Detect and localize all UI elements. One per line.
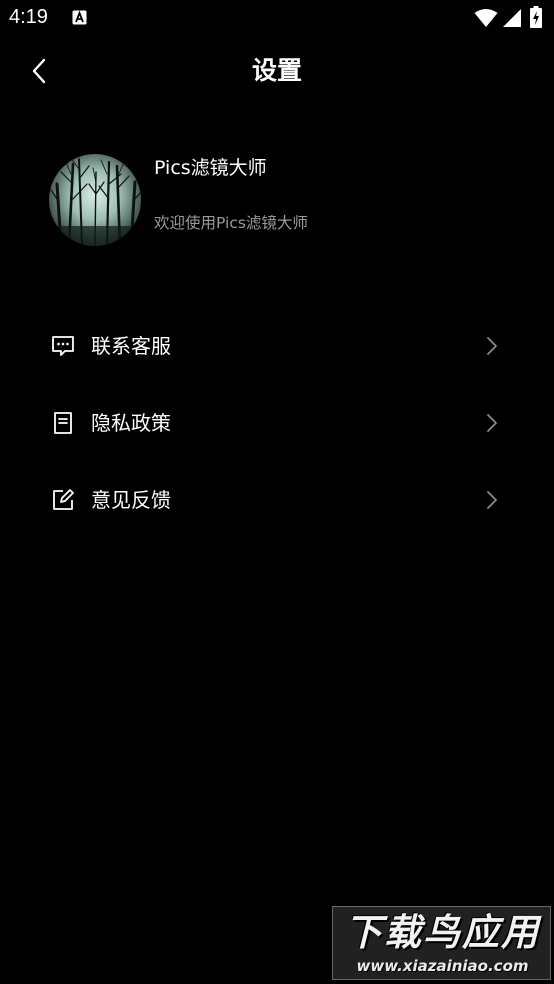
avatar[interactable]: [49, 154, 141, 246]
menu-item-label: 意见反馈: [91, 488, 171, 512]
watermark: 下载鸟应用 www.xiazainiao.com: [332, 906, 551, 980]
menu-item-feedback[interactable]: 意见反馈: [38, 468, 516, 532]
menu-item-contact-support[interactable]: 联系客服: [38, 314, 516, 378]
profile-subtitle: 欢迎使用Pics滤镜大师: [154, 214, 308, 232]
profile-name: Pics滤镜大师: [154, 157, 267, 179]
menu-item-privacy-policy[interactable]: 隐私政策: [38, 391, 516, 455]
status-bar: 4:19: [0, 0, 554, 36]
battery-charging-icon: [530, 6, 542, 28]
page-title: 设置: [251, 56, 302, 85]
watermark-url: www.xiazainiao.com: [356, 957, 529, 975]
back-button[interactable]: [22, 52, 56, 90]
watermark-title: 下载鸟应用: [345, 911, 540, 954]
signal-icon: [503, 9, 521, 27]
chevron-right-icon: [487, 491, 497, 509]
status-time: 4:19: [9, 6, 48, 28]
document-icon: [54, 412, 72, 434]
avatar-image: [49, 154, 141, 246]
chevron-right-icon: [487, 414, 497, 432]
accessibility-notification-icon: [72, 10, 87, 25]
chat-bubble-icon: [52, 336, 74, 356]
menu-item-label: 隐私政策: [91, 411, 171, 435]
chevron-right-icon: [487, 337, 497, 355]
edit-icon: [53, 489, 74, 510]
chevron-left-icon: [32, 58, 46, 84]
menu-item-label: 联系客服: [91, 334, 171, 358]
wifi-icon: [474, 9, 498, 27]
